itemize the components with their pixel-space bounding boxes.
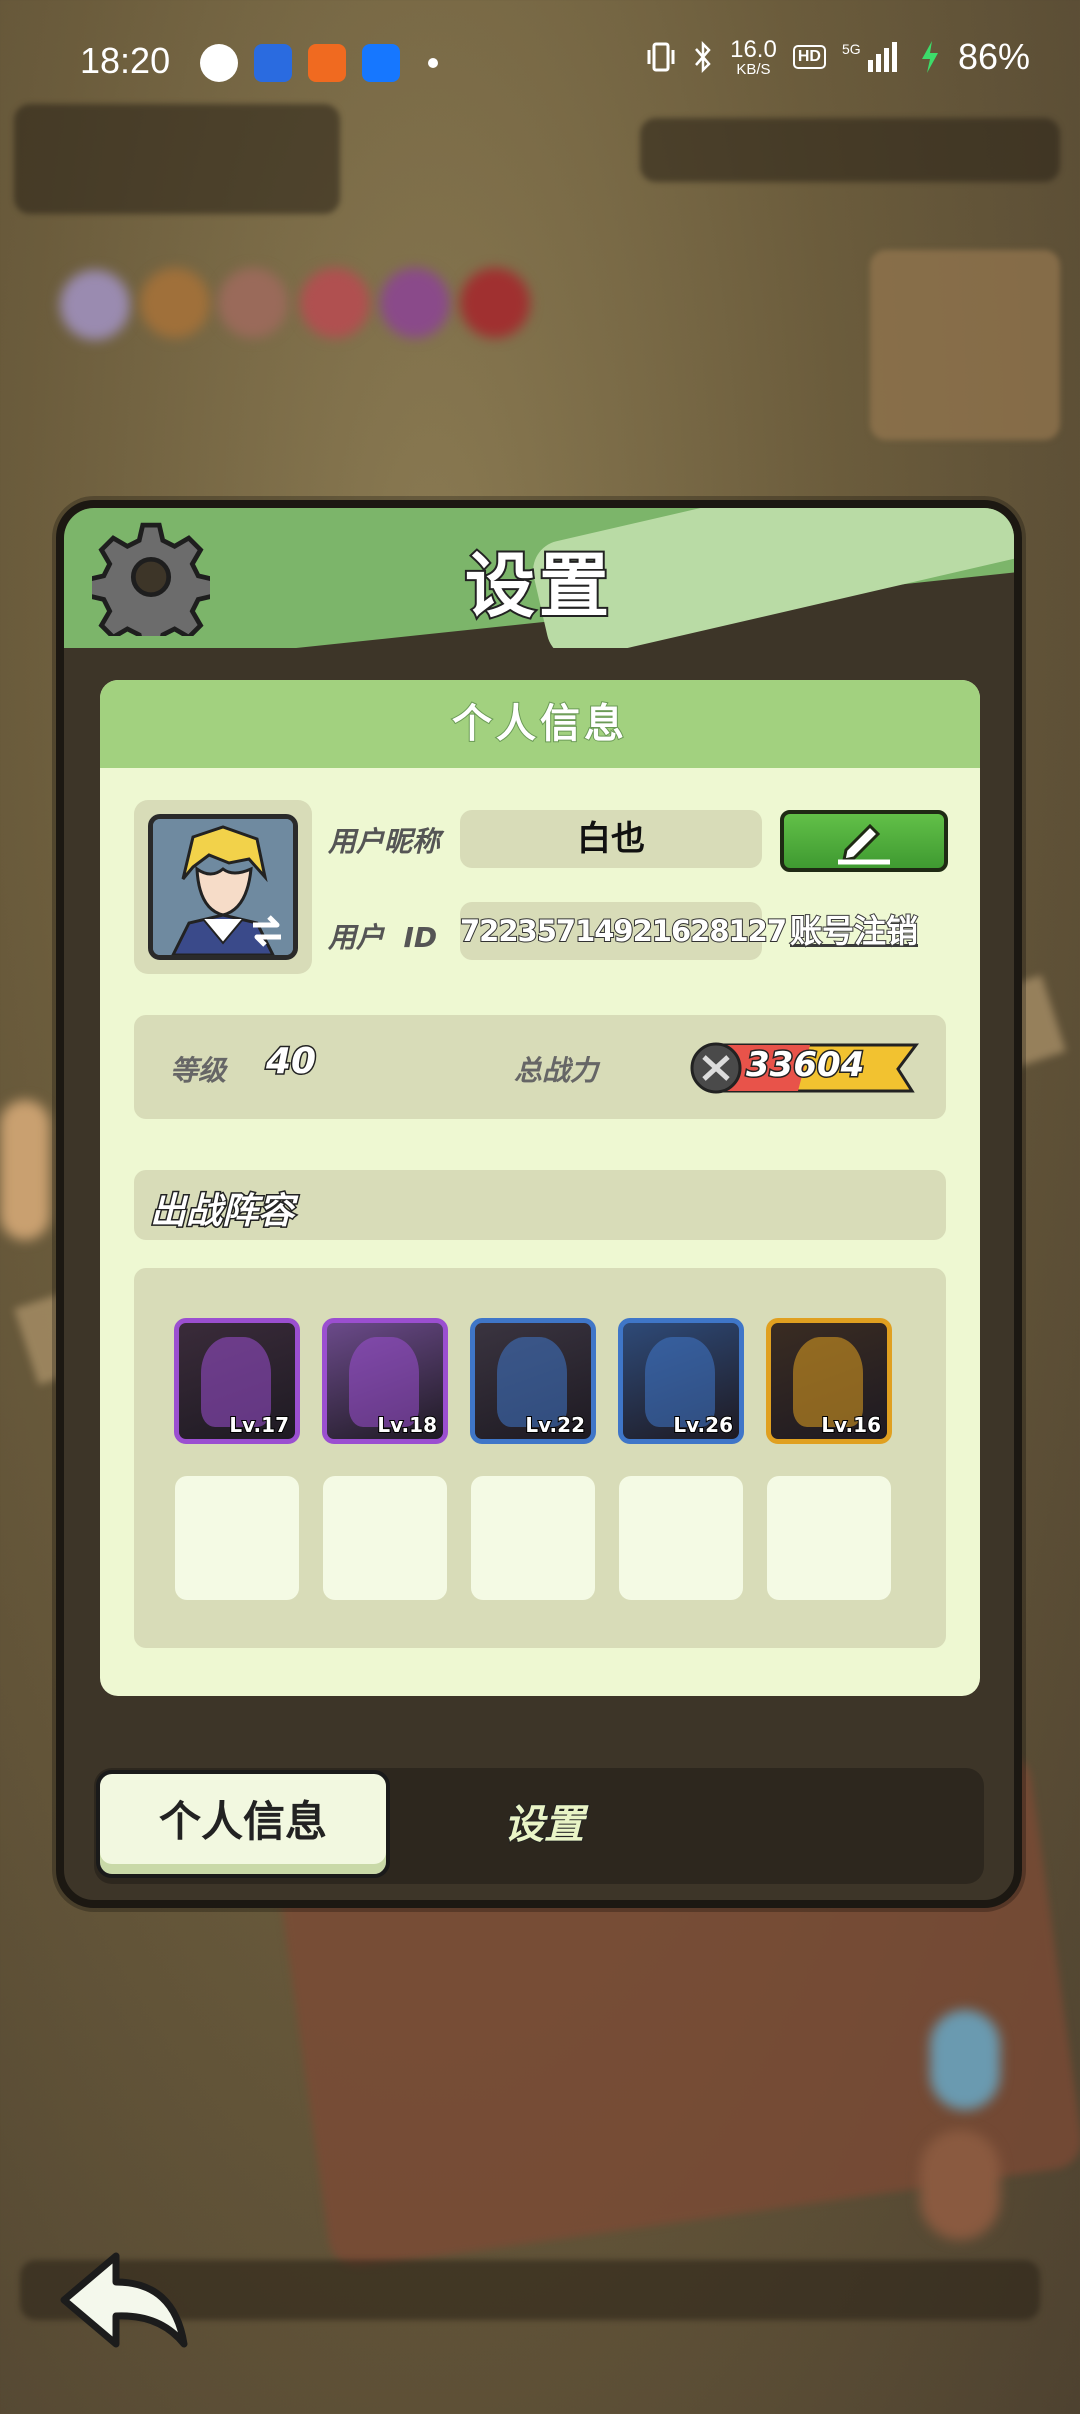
bg-side-button [0, 1100, 50, 1240]
avatar[interactable] [148, 814, 298, 960]
hero-level: Lv.26 [672, 1412, 734, 1438]
back-arrow-icon[interactable] [56, 2248, 196, 2358]
bg-avatar-blob [460, 268, 530, 338]
taobao-icon [308, 44, 346, 82]
svg-text:5G: 5G [842, 41, 861, 57]
tab-personal-info[interactable]: 个人信息 [96, 1770, 390, 1878]
empty-hero-slot[interactable] [323, 1476, 447, 1600]
empty-hero-slot[interactable] [175, 1476, 299, 1600]
cancel-account-link[interactable]: 账号注销 [789, 906, 919, 952]
empty-hero-slot[interactable] [471, 1476, 595, 1600]
nickname-field: 白也 [460, 810, 762, 868]
user-id-label: 用户 ID [328, 921, 438, 954]
bluetooth-icon [695, 40, 711, 74]
bg-avatar-blob [300, 268, 370, 338]
more-notifications-dot [428, 58, 438, 68]
hero-level: Lv.22 [524, 1412, 586, 1438]
hero-level: Lv.18 [376, 1412, 438, 1438]
vibrate-icon [647, 42, 675, 72]
lineup-title: 出战阵容 [148, 1190, 295, 1234]
stats-bar: 等级 40 总战力 33604 [134, 1015, 946, 1119]
bg-minimap [870, 250, 1060, 440]
hero-red-hair-girl[interactable]: Lv.16 [766, 1318, 892, 1444]
power-label: 总战力 [514, 1054, 599, 1087]
hero-armored-knight[interactable]: Lv.18 [322, 1318, 448, 1444]
level-label: 等级 [170, 1054, 227, 1087]
settings-dialog: 设置 个人信息 用户昵称 白也 用户 ID 72235714921628127 … [56, 500, 1022, 1908]
empty-hero-slot[interactable] [619, 1476, 743, 1600]
level-value: 40 [264, 1040, 317, 1084]
bg-avatar-blob [218, 268, 288, 338]
hero-goat-warrior[interactable]: Lv.17 [174, 1318, 300, 1444]
user-id-field: 72235714921628127 [459, 902, 788, 960]
section-title: 个人信息 [100, 680, 980, 768]
lineup-grid: Lv.17 Lv.18 Lv.22 Lv.26 Lv.16 [134, 1268, 946, 1648]
hero-beast[interactable]: Lv.22 [470, 1318, 596, 1444]
bg-npc [920, 2130, 1000, 2240]
profile-card: 个人信息 用户昵称 白也 用户 ID 72235714921628127 账号注… [100, 680, 980, 1696]
tab-settings[interactable]: 设置 [444, 1792, 644, 1850]
battery-percent: 86% [957, 36, 1030, 77]
lineup-header: 出战阵容 [134, 1170, 946, 1240]
nickname-label: 用户昵称 [328, 825, 441, 858]
power-badge: 33604 [690, 1039, 920, 1097]
tab-bar: 个人信息 设置 [94, 1768, 984, 1884]
hero-level: Lv.17 [228, 1412, 290, 1438]
qq-icon [200, 44, 238, 82]
empty-hero-slot[interactable] [767, 1476, 891, 1600]
status-time: 18:20 [80, 40, 171, 81]
pencil-icon [838, 823, 890, 865]
dialog-header: 设置 [64, 508, 1014, 648]
edit-nickname-button[interactable] [780, 810, 948, 872]
status-bar: 18:20 16.0 KB/S HD 5G 86% [0, 0, 1080, 130]
net-speed: 16.0 KB/S [730, 35, 777, 78]
signal-5g-icon: 5G [842, 41, 897, 72]
dialog-title: 设置 [463, 543, 613, 629]
bg-npc [930, 2010, 1000, 2110]
hd-badge: HD [792, 45, 826, 69]
avatar-container[interactable] [134, 800, 312, 974]
baidu-icon [254, 44, 292, 82]
bg-avatar-blob [140, 268, 210, 338]
power-value: 33604 [744, 1044, 865, 1087]
bg-avatar-blob [380, 268, 450, 338]
bg-avatar-blob [60, 270, 130, 340]
swap-icon[interactable] [247, 911, 287, 951]
hero-level: Lv.16 [820, 1412, 882, 1438]
status-right: 16.0 KB/S HD 5G 86% [646, 36, 1030, 78]
charging-icon [921, 41, 938, 73]
alipay-icon [362, 44, 400, 82]
hero-blonde-swordsman[interactable]: Lv.26 [618, 1318, 744, 1444]
